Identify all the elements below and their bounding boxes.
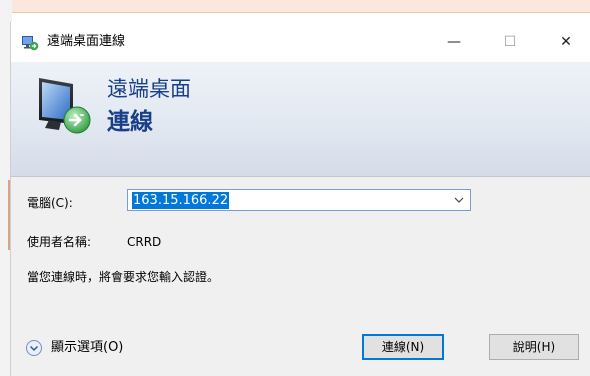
- banner-title-line2: 連線: [107, 109, 153, 135]
- window-title: 遠端桌面連線: [47, 34, 126, 49]
- monitor-connection-icon: [39, 78, 91, 134]
- banner-title-line1: 遠端桌面: [107, 77, 191, 101]
- minimize-button[interactable]: —: [431, 22, 477, 62]
- username-value: CRRD: [127, 235, 162, 249]
- maximize-button[interactable]: ☐: [487, 22, 533, 62]
- computer-input-value[interactable]: 163.15.166.22: [132, 192, 230, 209]
- title-bar[interactable]: 遠端桌面連線 — ☐ ✕: [11, 22, 590, 62]
- close-button[interactable]: ✕: [543, 22, 589, 62]
- show-options-link[interactable]: 顯示選項(O): [51, 340, 123, 356]
- credentials-info-text: 當您連線時，將會要求您輸入認證。: [27, 270, 220, 284]
- computer-combobox[interactable]: 163.15.166.22: [127, 189, 471, 211]
- connect-button[interactable]: 連線(N): [362, 334, 444, 360]
- username-label: 使用者名稱:: [27, 235, 92, 249]
- help-button[interactable]: 說明(H): [489, 334, 579, 360]
- expand-options-icon[interactable]: [25, 339, 43, 357]
- background-window-strip: [0, 0, 590, 13]
- remote-desktop-icon: [22, 36, 39, 51]
- chevron-down-icon[interactable]: [454, 195, 464, 205]
- remote-desktop-dialog: 遠端桌面連線 — ☐ ✕ 遠端桌面 連線 電腦(C): 163.15.166.2…: [10, 22, 590, 376]
- computer-label: 電腦(C):: [27, 196, 73, 210]
- header-banner: 遠端桌面 連線: [11, 62, 590, 177]
